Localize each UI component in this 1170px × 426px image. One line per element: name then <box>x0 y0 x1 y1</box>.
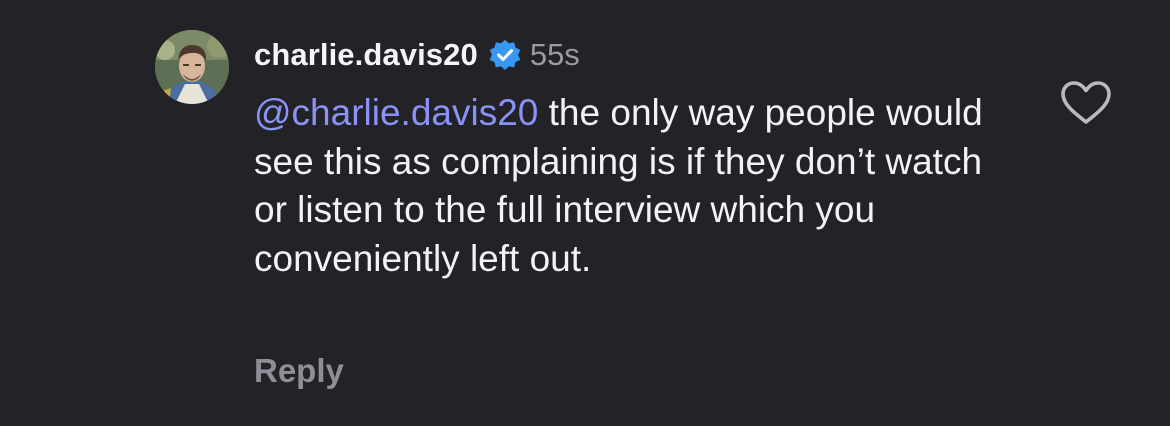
reply-button[interactable]: Reply <box>254 352 344 390</box>
verified-badge-icon <box>488 38 522 72</box>
avatar-photo <box>155 30 229 104</box>
comment-header: charlie.davis20 55s <box>254 32 580 78</box>
comment: charlie.davis20 55s @charlie.davis20 the… <box>0 0 1170 426</box>
username[interactable]: charlie.davis20 <box>254 37 478 73</box>
like-button[interactable] <box>1059 80 1113 126</box>
heart-outline-icon <box>1061 81 1111 124</box>
mention-link[interactable]: @charlie.davis20 <box>254 92 538 133</box>
comment-text: @charlie.davis20 the only way people wou… <box>254 89 1024 283</box>
timestamp: 55s <box>529 37 580 72</box>
avatar[interactable] <box>155 30 229 104</box>
